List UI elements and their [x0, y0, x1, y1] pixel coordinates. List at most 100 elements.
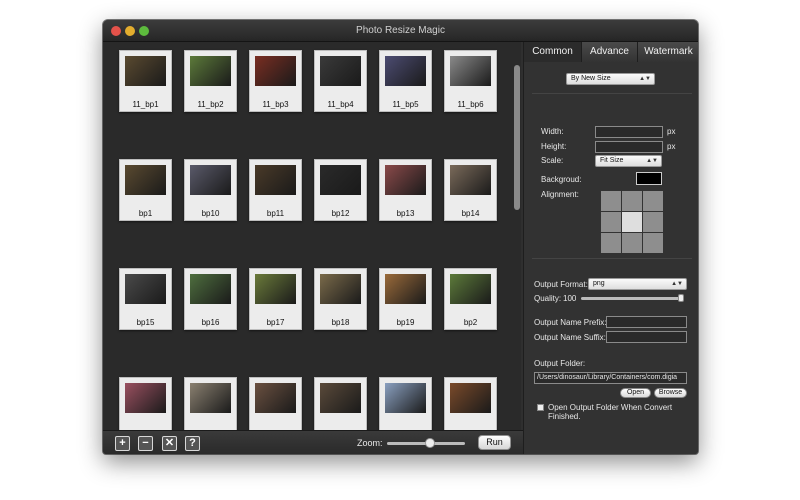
zoom-slider-knob[interactable] [424, 438, 435, 448]
alignment-cell[interactable] [643, 191, 663, 211]
photo-filename: 11_bp2 [197, 100, 224, 109]
tab-watermark[interactable]: Watermark [638, 42, 698, 62]
background-label: Backgroud: [541, 175, 582, 184]
photo-thumbnail[interactable]: bp15 [119, 268, 172, 330]
photo-thumbnail[interactable]: bp19 [379, 268, 432, 330]
photo-preview-image [125, 165, 166, 195]
photo-thumbnail[interactable]: 11_bp4 [314, 50, 367, 112]
height-input[interactable] [595, 141, 663, 153]
alignment-cell[interactable] [643, 212, 663, 232]
photo-preview-image [450, 165, 491, 195]
photo-thumbnail[interactable] [119, 377, 172, 430]
photo-preview-image [450, 383, 491, 413]
photo-preview-image [450, 56, 491, 86]
output-format-value: png [593, 280, 605, 287]
width-input[interactable] [595, 126, 663, 138]
photo-preview-image [255, 56, 296, 86]
browse-folder-button[interactable]: Browse [654, 388, 687, 398]
alignment-cell[interactable] [622, 212, 642, 232]
photo-thumbnail[interactable]: bp17 [249, 268, 302, 330]
prefix-input[interactable] [606, 316, 687, 328]
run-button[interactable]: Run [478, 435, 511, 450]
photo-thumbnail[interactable]: bp14 [444, 159, 497, 221]
alignment-cell[interactable] [601, 212, 621, 232]
tab-common[interactable]: Common [524, 42, 582, 62]
settings-tabs: Common Advance Watermark [524, 42, 698, 62]
clear-all-button[interactable]: ✕ [162, 436, 177, 451]
photo-thumbnail[interactable] [184, 377, 237, 430]
photo-filename: 11_bp4 [327, 100, 354, 109]
alignment-cell[interactable] [643, 233, 663, 253]
photo-preview-image [190, 383, 231, 413]
alignment-cell[interactable] [601, 233, 621, 253]
photo-thumbnail[interactable]: bp12 [314, 159, 367, 221]
gallery-scrollbar[interactable] [514, 65, 520, 210]
alignment-cell[interactable] [601, 191, 621, 211]
photo-filename: 11_bp1 [132, 100, 159, 109]
add-photo-button[interactable]: + [115, 436, 130, 451]
photo-thumbnail[interactable]: bp18 [314, 268, 367, 330]
prefix-label: Output Name Prefix: [534, 318, 607, 327]
resize-mode-select[interactable]: By New Size ▲▼ [566, 73, 655, 85]
resize-mode-value: By New Size [571, 75, 611, 82]
photo-thumbnail[interactable] [444, 377, 497, 430]
bottom-toolbar: + − ✕ ? Zoom: Run [103, 430, 523, 454]
select-arrows-icon: ▲▼ [639, 76, 651, 82]
output-folder-label: Output Folder: [534, 359, 586, 368]
photo-thumbnail[interactable]: bp1 [119, 159, 172, 221]
photo-thumbnail[interactable]: bp11 [249, 159, 302, 221]
thumbnail-gallery[interactable]: 11_bp1 11_bp2 11_bp3 11_bp4 11_bp5 11_bp6 bp1 b… [103, 42, 521, 430]
alignment-cell[interactable] [622, 191, 642, 211]
photo-preview-image [190, 56, 231, 86]
height-label: Height: [541, 142, 567, 151]
settings-panel: Common Advance Watermark By New Size ▲▼ … [523, 42, 698, 454]
photo-preview-image [125, 383, 166, 413]
remove-photo-button[interactable]: − [138, 436, 153, 451]
photo-filename: 11_bp3 [262, 100, 289, 109]
photo-filename: bp15 [136, 318, 155, 327]
photo-filename: bp2 [463, 318, 478, 327]
width-label: Width: [541, 127, 564, 136]
background-color-well[interactable] [636, 172, 662, 185]
open-when-finished-checkbox[interactable] [537, 404, 544, 411]
photo-preview-image [255, 383, 296, 413]
photo-filename: bp13 [396, 209, 415, 218]
help-button[interactable]: ? [185, 436, 200, 451]
select-arrows-icon: ▲▼ [671, 281, 683, 287]
open-when-finished-label: Open Output Folder When Convert Finished… [548, 403, 673, 421]
output-folder-input[interactable]: /Users/dinosaur/Library/Containers/com.d… [534, 372, 687, 384]
photo-thumbnail[interactable]: bp2 [444, 268, 497, 330]
photo-preview-image [450, 274, 491, 304]
alignment-cell[interactable] [622, 233, 642, 253]
photo-filename: bp17 [266, 318, 285, 327]
divider [532, 258, 692, 259]
select-arrows-icon: ▲▼ [646, 158, 658, 164]
photo-thumbnail[interactable]: bp10 [184, 159, 237, 221]
photo-thumbnail[interactable]: 11_bp5 [379, 50, 432, 112]
photo-preview-image [385, 165, 426, 195]
photo-thumbnail[interactable] [314, 377, 367, 430]
photo-thumbnail[interactable]: 11_bp6 [444, 50, 497, 112]
photo-preview-image [320, 165, 361, 195]
photo-thumbnail[interactable]: bp13 [379, 159, 432, 221]
photo-filename: bp11 [266, 209, 285, 218]
photo-thumbnail[interactable]: bp16 [184, 268, 237, 330]
quality-slider-knob[interactable] [678, 294, 684, 302]
photo-preview-image [320, 274, 361, 304]
output-format-select[interactable]: png ▲▼ [588, 278, 687, 290]
photo-thumbnail[interactable]: 11_bp1 [119, 50, 172, 112]
quality-slider[interactable] [581, 297, 684, 300]
suffix-label: Output Name Suffix: [534, 333, 606, 342]
output-format-label: Output Format: [534, 280, 588, 289]
alignment-grid[interactable] [601, 191, 663, 253]
photo-thumbnail[interactable] [379, 377, 432, 430]
divider [532, 93, 692, 94]
photo-thumbnail[interactable]: 11_bp3 [249, 50, 302, 112]
scale-select[interactable]: Fit Size ▲▼ [595, 155, 662, 167]
open-folder-button[interactable]: Open [620, 388, 651, 398]
photo-thumbnail[interactable]: 11_bp2 [184, 50, 237, 112]
scale-value: Fit Size [600, 157, 624, 164]
suffix-input[interactable] [606, 331, 687, 343]
photo-thumbnail[interactable] [249, 377, 302, 430]
tab-advance[interactable]: Advance [582, 42, 638, 62]
